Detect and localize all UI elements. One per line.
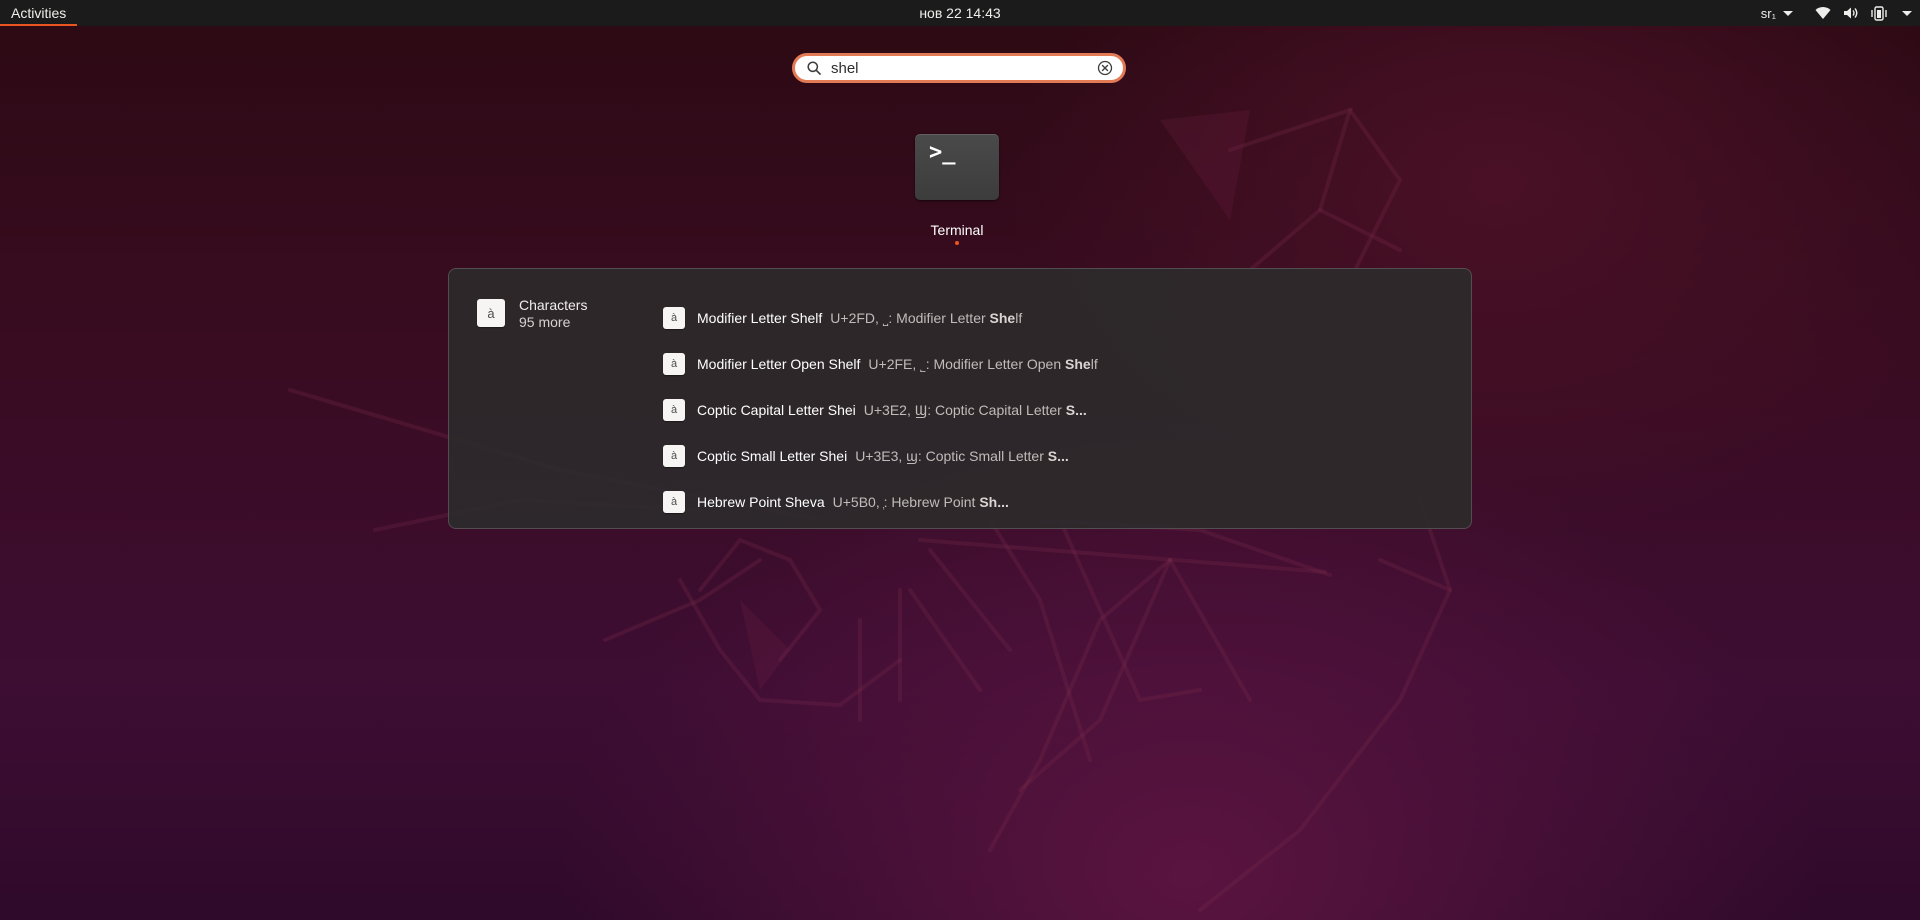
clear-circle-icon[interactable] [1097,60,1113,76]
list-item[interactable]: à Coptic Small Letter Shei U+3E3, ϣ: Cop… [663,433,1443,479]
terminal-prompt-glyph: >_ [929,140,956,165]
characters-results-panel: à Characters 95 more à Modifier Letter S… [448,268,1472,529]
result-description: U+2FE, ˾: Modifier Letter Open Shelf [868,356,1098,372]
provider-more-count: 95 more [519,314,571,330]
character-icon: à [663,445,685,467]
list-item[interactable]: à Modifier Letter Shelf U+2FD, ˽: Modifi… [663,295,1443,341]
result-description: U+3E3, ϣ: Coptic Small Letter S... [855,448,1069,464]
character-icon: à [663,353,685,375]
volume-icon [1844,7,1858,19]
result-description: U+3E2, Ϣ: Coptic Capital Letter S... [863,402,1087,418]
wifi-icon [1815,7,1831,20]
chevron-down-icon [1902,10,1912,16]
system-tray: sr₁ [1753,0,1920,26]
provider-name: Characters [519,297,588,313]
clock-area: нов 22 14:43 [0,0,1920,26]
system-menu[interactable] [1801,5,1920,21]
result-title: Coptic Small Letter Shei [697,448,848,464]
top-bar: Activities нов 22 14:43 sr₁ [0,0,1920,26]
character-result-list: à Modifier Letter Shelf U+2FD, ˽: Modifi… [663,295,1443,525]
result-title: Coptic Capital Letter Shei [697,402,856,418]
app-result-terminal[interactable]: >_ Terminal [902,128,1012,248]
result-title: Hebrew Point Sheva [697,494,825,510]
battery-phone-icon [1871,5,1887,21]
character-icon: à [663,491,685,513]
activities-button[interactable]: Activities [0,0,77,26]
app-label: Terminal [930,222,984,238]
search-icon [807,61,821,75]
result-description: U+2FD, ˽: Modifier Letter Shelf [830,310,1023,326]
characters-app-icon: à [477,299,505,327]
running-indicator [955,241,959,245]
result-title: Modifier Letter Shelf [697,310,823,326]
list-item[interactable]: à Coptic Capital Letter Shei U+3E2, Ϣ: C… [663,387,1443,433]
search-box [792,53,1126,83]
list-item[interactable]: à Modifier Letter Open Shelf U+2FE, ˾: M… [663,341,1443,387]
result-title: Modifier Letter Open Shelf [697,356,861,372]
clock-menu[interactable]: нов 22 14:43 [919,5,1000,21]
terminal-icon: >_ [915,134,999,200]
result-description: U+5B0, ְ: Hebrew Point Sh... [832,494,1009,510]
keyboard-layout-label: sr₁ [1760,5,1776,21]
keyboard-layout-indicator[interactable]: sr₁ [1753,0,1801,26]
list-item[interactable]: à Hebrew Point Sheva U+5B0, ְ: Hebrew Po… [663,479,1443,525]
character-icon: à [663,399,685,421]
character-icon: à [663,307,685,329]
chevron-down-icon [1783,10,1793,16]
search-input[interactable] [821,57,1097,79]
